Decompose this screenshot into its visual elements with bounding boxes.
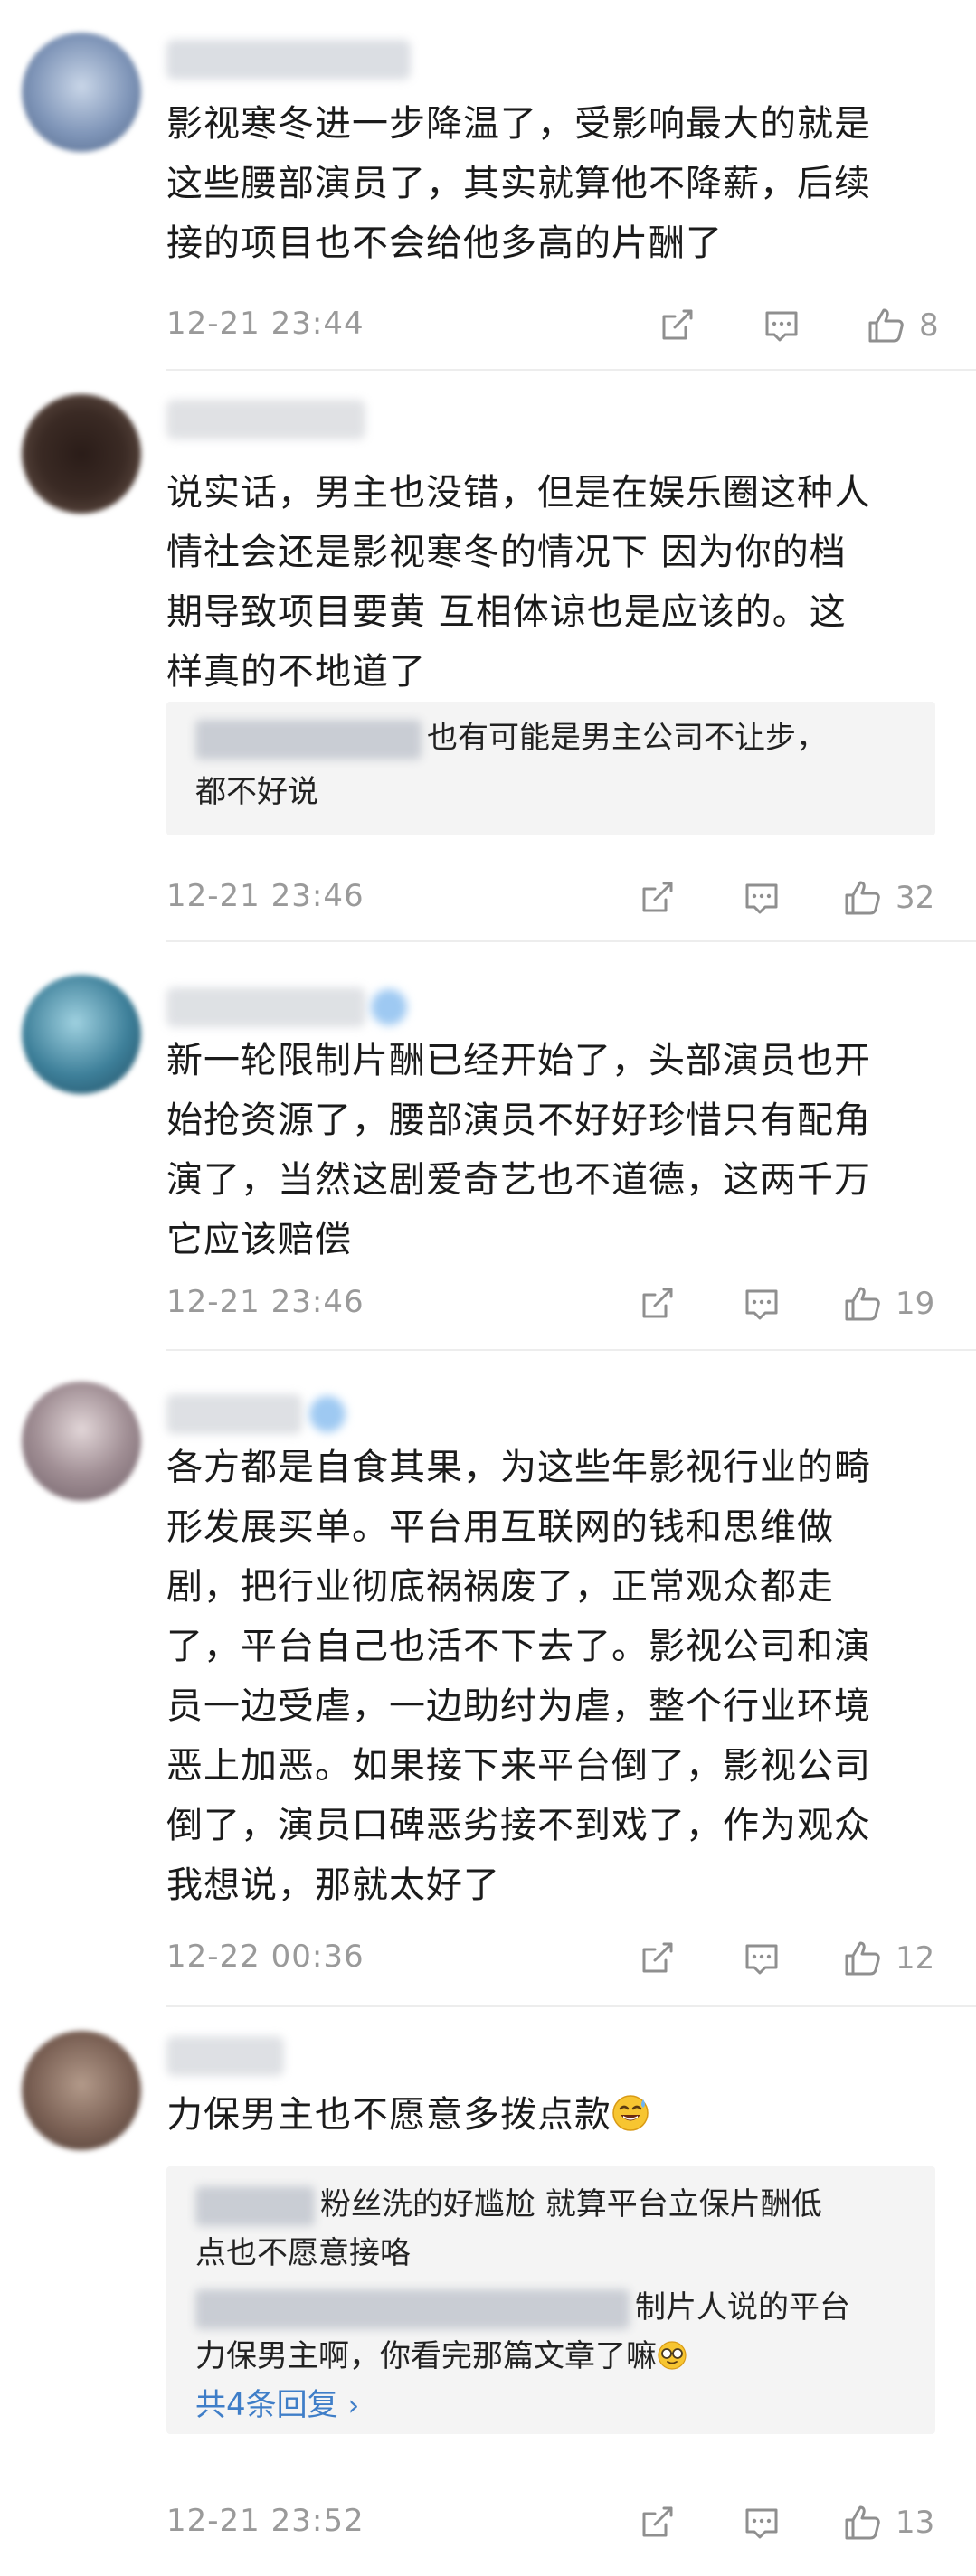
chevron-right-icon: › — [347, 2388, 360, 2422]
timestamp: 12-21 23:44 — [166, 306, 365, 342]
username-blurred[interactable] — [166, 1394, 302, 1434]
reply-icon[interactable] — [742, 1277, 782, 1331]
share-icon[interactable] — [637, 1931, 677, 1986]
glasses-emoji — [658, 2341, 687, 2370]
like-count: 32 — [895, 880, 935, 916]
share-icon[interactable] — [637, 2496, 677, 2550]
comment-text: 影视寒冬进一步降温了，受影响最大的就是 这些腰部演员了，其实就算他不降薪，后续 … — [166, 103, 871, 264]
comment-footer: 12-21 23:46 19 — [166, 1277, 944, 1331]
avatar[interactable] — [22, 1382, 141, 1501]
thumbs-up-icon — [868, 308, 904, 343]
avatar[interactable] — [22, 975, 141, 1094]
timestamp: 12-21 23:46 — [166, 878, 365, 914]
reply-line: 粉丝洗的好尴尬 就算平台立保片酬低 — [195, 2179, 919, 2230]
reply-username-blurred[interactable] — [195, 2185, 315, 2226]
divider — [166, 369, 976, 371]
reply-preview[interactable]: 粉丝洗的好尴尬 就算平台立保片酬低 点也不愿意接咯 制片人说的平台 力保男主啊，… — [166, 2166, 935, 2434]
comment-text: 各方都是自食其果，为这些年影视行业的畸 形发展买单。平台用互联网的钱和思维做 剧… — [166, 1447, 871, 1906]
divider — [166, 1349, 976, 1351]
timestamp: 12-21 23:52 — [166, 2503, 365, 2539]
reply-text: 粉丝洗的好尴尬 就算平台立保片酬低 — [320, 2186, 822, 2222]
verified-badge-icon — [371, 989, 407, 1025]
comment-footer: 12-21 23:46 32 — [166, 871, 944, 925]
timestamp: 12-22 00:36 — [166, 1939, 365, 1975]
like-count: 19 — [895, 1286, 935, 1322]
comment-footer: 12-22 00:36 12 — [166, 1931, 944, 1986]
avatar[interactable] — [22, 2031, 141, 2150]
reply-text-cont: 力保男主啊，你看完那篇文章了嘛 — [195, 2338, 657, 2374]
thumbs-up-icon — [845, 1287, 880, 1321]
reply-icon[interactable] — [762, 298, 801, 353]
like-count: 12 — [895, 1940, 935, 1977]
avatar[interactable] — [22, 394, 141, 514]
sweat-smile-emoji — [612, 2095, 649, 2131]
like-button[interactable]: 32 — [841, 871, 934, 925]
comment-footer: 12-21 23:52 13 — [166, 2496, 944, 2550]
username-blurred[interactable] — [166, 400, 365, 439]
comment-footer: 12-21 23:44 8 — [166, 298, 944, 353]
comment-text: 说实话，男主也没错，但是在娱乐圈这种人 情社会还是影视寒冬的情况下 因为你的档 … — [166, 472, 871, 693]
like-button[interactable]: 13 — [841, 2496, 934, 2550]
reply-line: 制片人说的平台 — [195, 2282, 919, 2333]
divider — [166, 2005, 976, 2007]
share-icon[interactable] — [657, 298, 696, 353]
reply-text: 制片人说的平台 — [635, 2289, 850, 2326]
divider — [166, 940, 976, 942]
thumbs-up-icon — [845, 1941, 880, 1976]
verified-badge-icon — [309, 1396, 346, 1432]
reply-text: 也有可能是男主公司不让步， — [427, 720, 827, 756]
reply-line: 也有可能是男主公司不让步， — [195, 712, 919, 763]
view-more-replies-link[interactable]: 共4条回复 › — [195, 2380, 359, 2430]
like-button[interactable]: 12 — [841, 1931, 934, 1986]
avatar[interactable] — [22, 33, 141, 152]
reply-line-cont: 点也不愿意接咯 — [195, 2235, 411, 2271]
timestamp: 12-21 23:46 — [166, 1284, 365, 1320]
reply-line-cont: 都不好说 — [195, 774, 318, 810]
like-button[interactable]: 8 — [865, 298, 939, 353]
reply-icon[interactable] — [742, 871, 782, 925]
share-icon[interactable] — [637, 871, 677, 925]
share-icon[interactable] — [637, 1277, 677, 1331]
reply-username-blurred[interactable] — [195, 2288, 630, 2329]
username-blurred[interactable] — [166, 2036, 284, 2076]
comment-feed: 影视寒冬进一步降温了，受影响最大的就是 这些腰部演员了，其实就算他不降薪，后续 … — [0, 0, 976, 2576]
username-blurred[interactable] — [166, 40, 411, 80]
thumbs-up-icon — [845, 881, 880, 915]
thumbs-up-icon — [845, 2505, 880, 2540]
reply-line-cont: 力保男主啊，你看完那篇文章了嘛 — [195, 2331, 919, 2382]
reply-preview[interactable]: 也有可能是男主公司不让步， 都不好说 — [166, 702, 935, 835]
like-button[interactable]: 19 — [841, 1277, 934, 1331]
like-count: 8 — [919, 307, 939, 344]
reply-username-blurred[interactable] — [195, 719, 422, 760]
comment-text: 力保男主也不愿意多拨点款 — [166, 2085, 944, 2145]
like-count: 13 — [895, 2505, 935, 2541]
comment-text: 新一轮限制片酬已经开始了，头部演员也开 始抢资源了，腰部演员不好好珍惜只有配角 … — [166, 1040, 871, 1260]
comment-text-content: 力保男主也不愿意多拨点款 — [166, 2094, 611, 2136]
more-replies-label: 共4条回复 — [195, 2387, 338, 2423]
reply-icon[interactable] — [742, 2496, 782, 2550]
reply-icon[interactable] — [742, 1931, 782, 1986]
username-blurred[interactable] — [166, 987, 365, 1027]
